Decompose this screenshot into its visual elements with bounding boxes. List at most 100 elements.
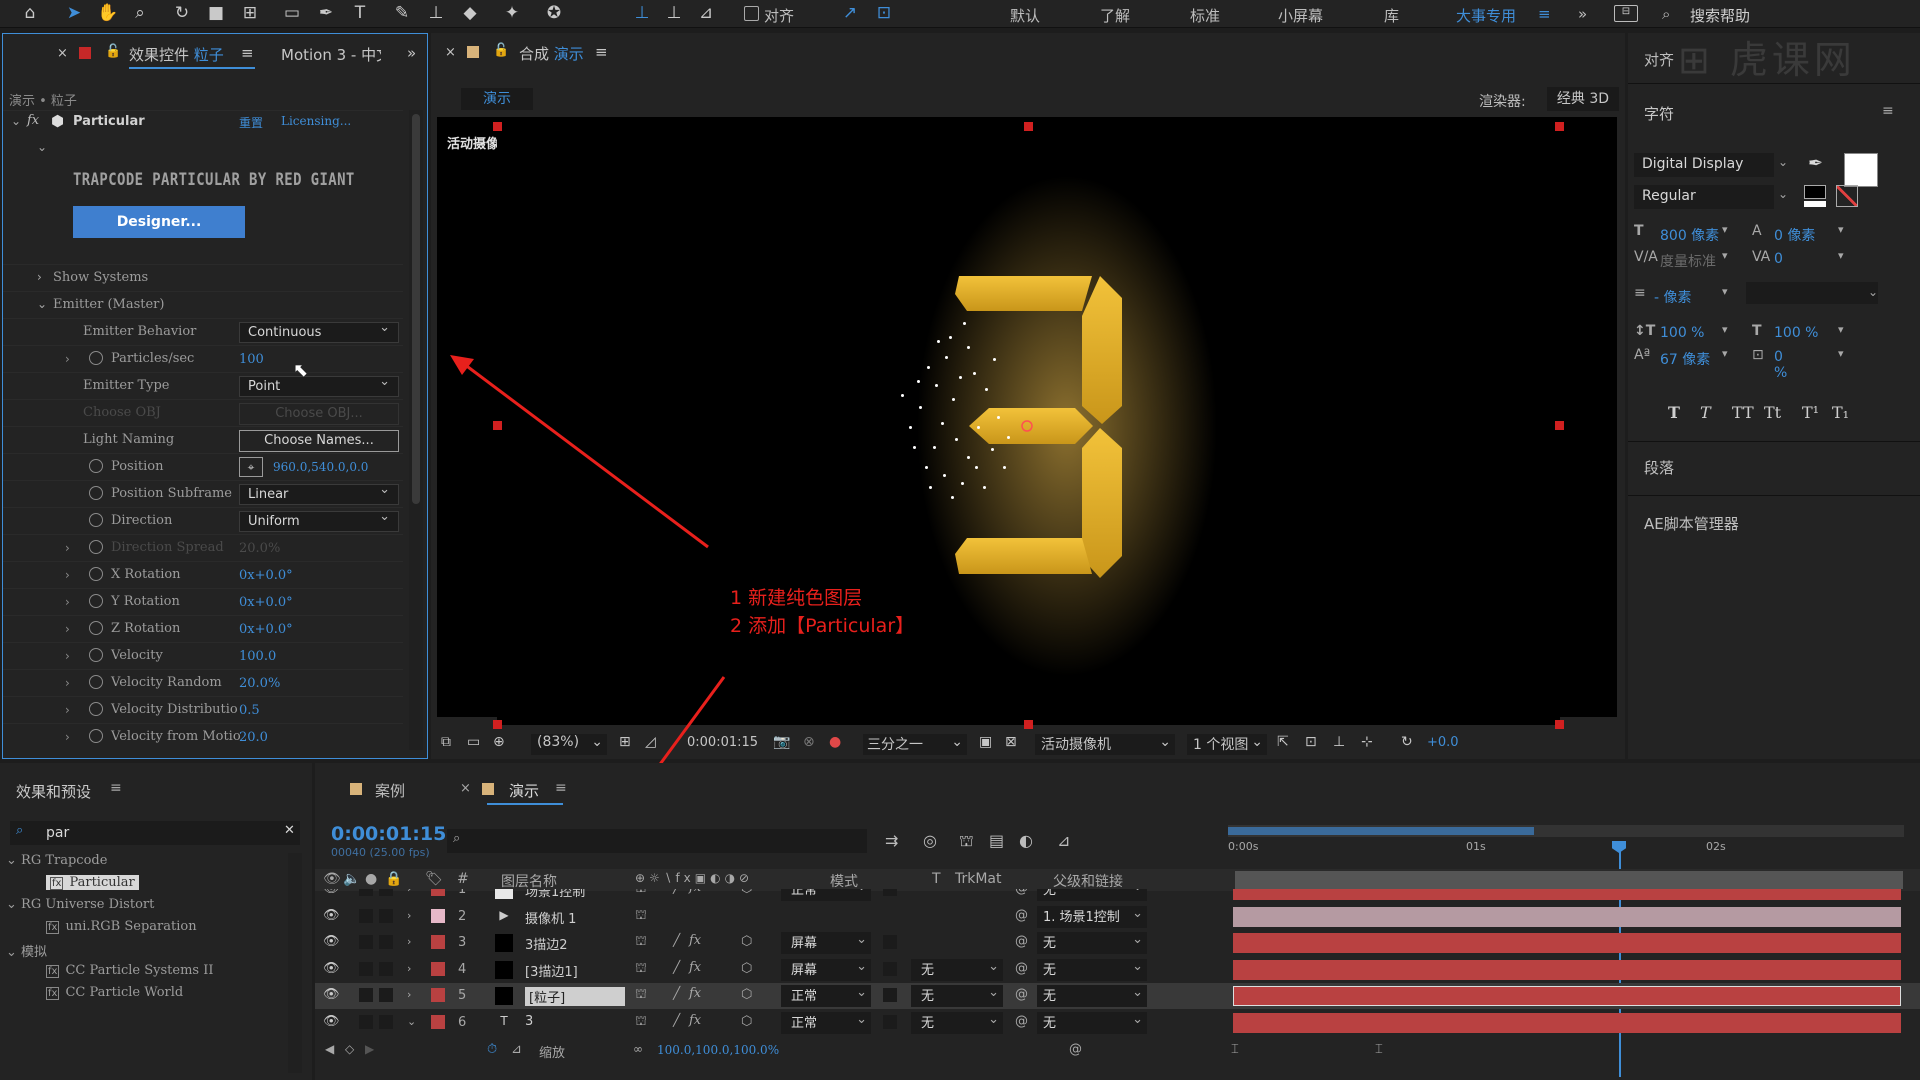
solo-toggle[interactable]: [359, 988, 373, 1002]
visibility-eye-icon[interactable]: 👁: [323, 1014, 340, 1029]
property-row[interactable]: › Z Rotation 0x+0.0°: [3, 615, 403, 642]
stopwatch-icon[interactable]: ⏱: [487, 1042, 497, 1057]
preserve-transparency-toggle[interactable]: [883, 961, 897, 976]
text-icon[interactable]: T: [350, 3, 370, 23]
frame-blending-icon[interactable]: ▤: [989, 831, 1004, 850]
leading-value[interactable]: 0 像素: [1774, 225, 1815, 245]
property-dropdown[interactable]: Uniform: [239, 509, 399, 532]
stopwatch-icon[interactable]: [89, 351, 103, 365]
stopwatch-icon[interactable]: [89, 486, 103, 500]
property-value[interactable]: 0x+0.0°: [239, 595, 293, 610]
script-manager-title[interactable]: AE脚本管理器: [1644, 513, 1739, 534]
renderer-dropdown[interactable]: 经典 3D: [1547, 87, 1619, 111]
selection-arrow-icon[interactable]: ➤: [64, 3, 84, 23]
fx-switch-icon[interactable]: fx: [689, 889, 701, 895]
more-workspaces-icon[interactable]: »: [1578, 5, 1587, 23]
layer-label-color[interactable]: [431, 908, 445, 923]
property-value[interactable]: 100.0: [239, 649, 276, 664]
expand-chevron-icon[interactable]: ›: [65, 676, 70, 690]
effect-item[interactable]: fx Particular: [46, 875, 139, 890]
white-swatch[interactable]: [1804, 201, 1826, 207]
property-dropdown[interactable]: Linear: [239, 482, 399, 505]
font-size-value[interactable]: 800 像素: [1660, 225, 1719, 245]
view-layout-dropdown[interactable]: 1 个视图 ⌄: [1187, 734, 1267, 755]
pick-whip-icon[interactable]: @: [1015, 934, 1028, 949]
no-fill-swatch[interactable]: [1836, 185, 1858, 207]
panel-menu-icon[interactable]: ≡: [110, 780, 122, 796]
layer-duration-bar[interactable]: [1233, 1012, 1901, 1033]
lock-toggle[interactable]: [379, 961, 393, 976]
lock-icon[interactable]: 🔓: [493, 43, 509, 58]
layer-name[interactable]: [3描边1]: [525, 961, 578, 980]
lock-toggle[interactable]: [379, 988, 393, 1002]
chevron-down-icon[interactable]: ▾: [1838, 223, 1844, 236]
kerning-value[interactable]: 度量标准: [1660, 251, 1716, 271]
tab-menu-icon[interactable]: ≡: [555, 780, 567, 796]
channels-icon[interactable]: ●: [829, 734, 841, 750]
property-row[interactable]: Position ⌖ 960.0,540.0,0.0: [3, 453, 403, 480]
quality-switch-icon[interactable]: ╱: [673, 889, 680, 894]
expand-chevron-icon[interactable]: ›: [65, 703, 70, 717]
tab-overflow-icon[interactable]: »: [407, 44, 416, 62]
blend-mode-dropdown[interactable]: 正常⌄: [781, 985, 871, 1007]
layer-row[interactable]: 👁 ⌄ 6 T 3 ⛫ ╱ fx ⬡ 正常 ⌄ 无 ⌄ @ 无 ⌄: [315, 1010, 1920, 1036]
effect-item[interactable]: fx CC Particle Systems II: [46, 963, 214, 978]
font-style-dropdown[interactable]: Regular: [1634, 185, 1774, 209]
property-dropdown[interactable]: Point: [239, 374, 399, 397]
effects-search-input[interactable]: par: [46, 825, 69, 841]
resolution-dropdown[interactable]: 三分之一 ⌄: [863, 734, 967, 755]
fx-switch-icon[interactable]: fx: [689, 986, 701, 1001]
camera-icon[interactable]: ■: [206, 3, 226, 23]
choose-names-button[interactable]: Choose Names...: [239, 430, 399, 452]
blend-mode-dropdown[interactable]: 正常⌄: [781, 889, 871, 901]
mode-header[interactable]: 模式: [830, 871, 858, 891]
comp-breadcrumb-tab[interactable]: 演示: [461, 88, 533, 110]
fx-icon[interactable]: fx: [27, 113, 39, 128]
rectangle-icon[interactable]: ▭: [282, 3, 302, 23]
collapse-chevron-icon[interactable]: ⌄: [37, 297, 47, 311]
shy-switch-icon[interactable]: ⛫: [635, 908, 647, 925]
property-row[interactable]: Emitter Behavior Continuous: [3, 318, 403, 345]
workspace-toggle-icon[interactable]: ⊟: [1614, 5, 1638, 22]
3d-layer-icon[interactable]: ⬡: [741, 961, 752, 976]
puppet-icon[interactable]: ✪: [544, 3, 564, 23]
subscript-button[interactable]: T₁: [1832, 403, 1849, 422]
property-row[interactable]: › Velocity Distributio 0.5: [3, 696, 403, 723]
workspace-standard[interactable]: 标准: [1190, 5, 1220, 26]
lock-toggle[interactable]: [379, 935, 393, 949]
stopwatch-icon[interactable]: [89, 513, 103, 527]
chevron-down-icon[interactable]: ▾: [1838, 347, 1844, 360]
vertical-scale-value[interactable]: 100 %: [1660, 325, 1704, 341]
stopwatch-icon[interactable]: [89, 621, 103, 635]
expand-chevron-icon[interactable]: ›: [65, 541, 70, 555]
local-axis-icon[interactable]: ⊥: [632, 3, 652, 23]
parent-dropdown[interactable]: 无⌄: [1037, 985, 1147, 1007]
time-ruler[interactable]: 0:00s 01s 02s: [1228, 837, 1904, 855]
effect-item[interactable]: fx CC Particle World: [46, 985, 183, 1000]
licensing-link[interactable]: Licensing...: [281, 114, 351, 128]
layer-label-color[interactable]: [431, 935, 445, 949]
expand-chevron-icon[interactable]: ›: [65, 730, 70, 744]
parent-header[interactable]: 父级和链接: [1053, 871, 1123, 891]
chevron-down-icon[interactable]: ⌄: [1868, 285, 1878, 299]
collapse-chevron-icon[interactable]: ⌄: [6, 853, 17, 868]
graph-icon[interactable]: ⊿: [511, 1042, 522, 1057]
fx-switch-icon[interactable]: fx: [689, 1013, 701, 1028]
layer-duration-bar[interactable]: [1233, 889, 1901, 900]
snap-icon[interactable]: ↗: [840, 3, 860, 23]
show-snapshot-icon[interactable]: ⊗: [803, 734, 815, 750]
pan-behind-icon[interactable]: ⊞: [240, 3, 260, 23]
visibility-eye-icon[interactable]: 👁: [323, 961, 340, 976]
trkmat-header[interactable]: TrkMat: [955, 871, 1002, 887]
home-icon[interactable]: ⌂: [20, 3, 40, 23]
collapse-chevron-icon[interactable]: ⌄: [407, 1015, 416, 1028]
property-value[interactable]: 0.5: [239, 703, 260, 718]
stopwatch-icon[interactable]: [89, 729, 103, 743]
link-icon[interactable]: ∞: [633, 1042, 643, 1056]
workspace-menu-icon[interactable]: ≡: [1538, 5, 1551, 23]
visibility-eye-icon[interactable]: 👁: [323, 908, 340, 923]
parent-dropdown[interactable]: 无⌄: [1037, 1011, 1147, 1034]
draft-3d-icon[interactable]: ◎: [923, 831, 937, 850]
collapse-chevron-icon[interactable]: ⌄: [6, 897, 17, 912]
tab-effect-controls[interactable]: 效果控件 粒子: [129, 44, 224, 65]
